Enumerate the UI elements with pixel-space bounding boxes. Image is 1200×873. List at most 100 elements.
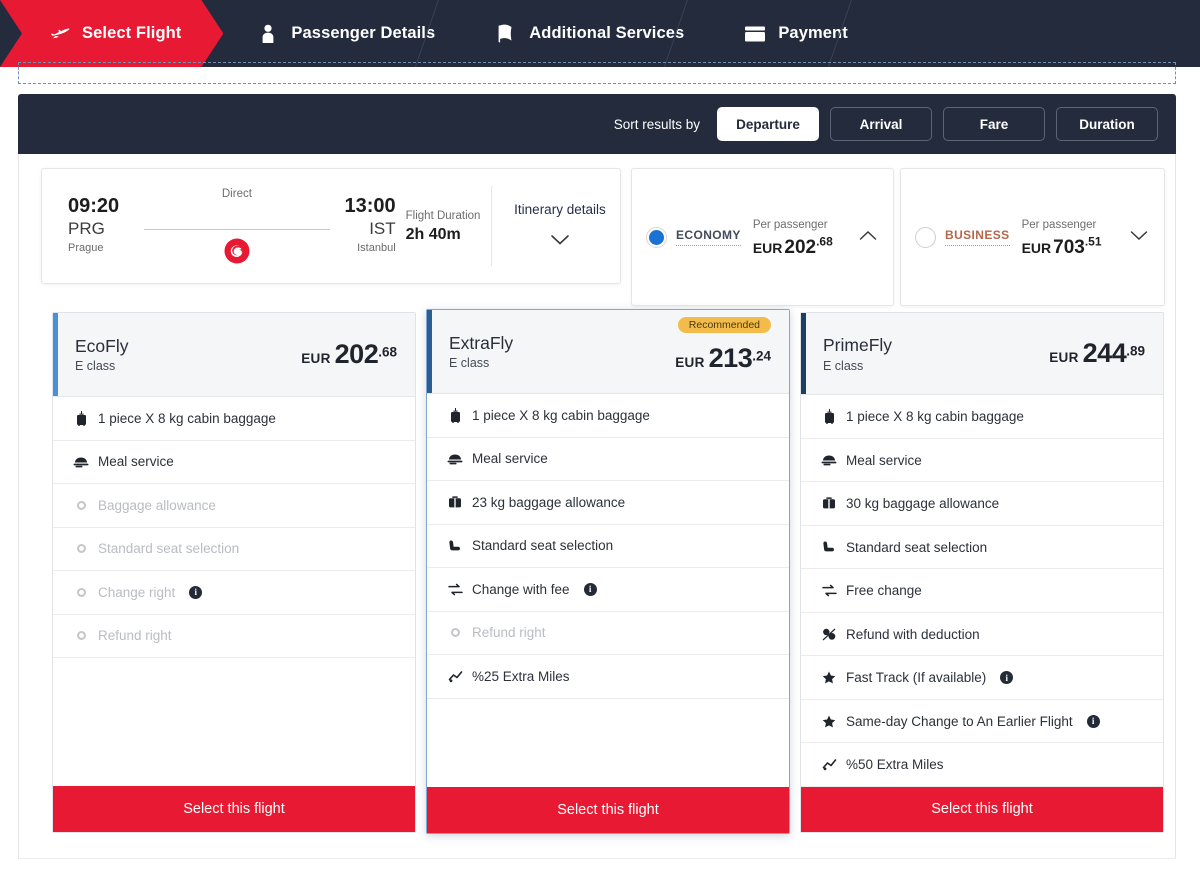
fare-feature-label: Fast Track (If available)	[846, 670, 986, 685]
duration-block: Flight Duration 2h 40m	[396, 208, 485, 243]
select-flight-button-primefly[interactable]: Select this flight	[801, 787, 1163, 832]
info-icon[interactable]: i	[584, 583, 597, 596]
nav-step-label: Select Flight	[82, 24, 181, 43]
sort-button-duration[interactable]: Duration	[1056, 107, 1158, 141]
cabin-name-economy: ECONOMY	[676, 228, 741, 246]
arrival-city: Istanbul	[340, 241, 396, 256]
chevron-down-icon	[506, 233, 614, 251]
departure-city: Prague	[68, 241, 134, 256]
fare-feature-label: Standard seat selection	[846, 540, 987, 555]
itinerary-details-label: Itinerary details	[506, 202, 614, 217]
fare-feature-label: Standard seat selection	[472, 538, 613, 553]
fare-booking-class: E class	[75, 359, 128, 373]
fare-decimals: .89	[1126, 344, 1145, 359]
fare-feature-row: Fast Track (If available) i	[801, 656, 1163, 700]
select-flight-button-ecofly[interactable]: Select this flight	[53, 786, 415, 832]
departure-block: 09:20 PRG Prague	[68, 195, 134, 256]
fare-currency: EUR	[1049, 350, 1078, 365]
meal-icon	[447, 453, 463, 465]
fare-feature-row: Standard seat selection	[53, 528, 415, 572]
star-icon	[821, 671, 837, 684]
fare-feature-label: 23 kg baggage allowance	[472, 495, 625, 510]
cabin-baggage-icon	[821, 409, 837, 424]
flight-summary-card[interactable]: 09:20 PRG Prague Direct 13:00 IST Istanb…	[41, 168, 621, 284]
miles-icon	[447, 670, 463, 683]
fare-header: EcoFly E class EUR202.68	[53, 313, 415, 397]
cabin-radio-business[interactable]	[915, 227, 936, 248]
fare-feature-row: Refund with deduction	[801, 613, 1163, 657]
fare-currency: EUR	[301, 351, 330, 366]
fare-card-ecofly[interactable]: EcoFly E class EUR202.68 1 piece X 8 kg …	[52, 312, 416, 833]
disabled-icon	[73, 631, 89, 640]
nav-step-payment[interactable]: Payment	[710, 0, 873, 67]
info-icon[interactable]: i	[189, 586, 202, 599]
route-graphic: Direct	[142, 186, 332, 266]
cabin-currency: EUR	[753, 240, 783, 256]
meal-icon	[73, 456, 89, 468]
nav-step-select-flight[interactable]: Select Flight	[0, 0, 223, 67]
flight-summary-row: 09:20 PRG Prague Direct 13:00 IST Istanb…	[41, 168, 1165, 306]
recommended-badge: Recommended	[678, 317, 771, 333]
fare-feature-label: 1 piece X 8 kg cabin baggage	[472, 408, 650, 423]
fare-currency: EUR	[675, 355, 704, 370]
fare-feature-row: Same-day Change to An Earlier Flight i	[801, 700, 1163, 744]
select-flight-button-extrafly[interactable]: Select this flight	[427, 787, 789, 833]
fare-feature-row: Change with fee i	[427, 568, 789, 612]
sort-button-fare[interactable]: Fare	[943, 107, 1045, 141]
itinerary-details-toggle[interactable]: Itinerary details	[506, 202, 614, 251]
fare-feature-row: Free change	[801, 569, 1163, 613]
arrival-time: 13:00	[340, 195, 396, 218]
disabled-icon	[73, 588, 89, 597]
fare-card-primefly[interactable]: PrimeFly E class EUR244.89 1 piece X 8 k…	[800, 312, 1164, 833]
cabin-price-business: Per passenger EUR703.51	[1022, 215, 1124, 259]
nav-step-separator	[432, 0, 462, 67]
card-icon	[744, 23, 766, 45]
fare-feature-row: 1 piece X 8 kg cabin baggage	[53, 397, 415, 441]
info-icon[interactable]: i	[1000, 671, 1013, 684]
results-panel: 09:20 PRG Prague Direct 13:00 IST Istanb…	[18, 154, 1176, 859]
fare-feature-row: 1 piece X 8 kg cabin baggage	[801, 395, 1163, 439]
chevron-up-icon[interactable]	[853, 228, 883, 246]
fare-price: EUR213.24	[675, 343, 771, 374]
info-icon[interactable]: i	[1087, 715, 1100, 728]
sort-label: Sort results by	[614, 117, 700, 132]
plane-icon	[48, 23, 70, 45]
fare-price: EUR 244.89	[1049, 338, 1145, 369]
sort-button-arrival[interactable]: Arrival	[830, 107, 932, 141]
star-icon	[821, 715, 837, 728]
fare-feature-label: Standard seat selection	[98, 541, 239, 556]
fare-feature-label: 1 piece X 8 kg cabin baggage	[846, 409, 1024, 424]
cabin-option-business[interactable]: BUSINESS Per passenger EUR703.51	[900, 168, 1165, 306]
fare-name: EcoFly	[75, 336, 128, 358]
checked-baggage-icon	[447, 496, 463, 509]
fare-feature-row: Meal service	[53, 441, 415, 485]
sort-button-departure[interactable]: Departure	[717, 107, 819, 141]
progress-nav: Select Flight Passenger Details Addition…	[0, 0, 1200, 67]
fare-card-extrafly[interactable]: Recommended ExtraFly E class EUR213.24 1…	[426, 309, 790, 834]
nav-step-additional-services[interactable]: Additional Services	[461, 0, 710, 67]
fare-amount: 244	[1083, 338, 1127, 368]
cabin-decimals: .68	[816, 235, 833, 249]
nav-step-label: Additional Services	[529, 24, 684, 43]
fare-name: ExtraFly	[449, 333, 513, 355]
departure-time: 09:20	[68, 195, 134, 218]
fare-feature-label: Change with fee	[472, 582, 570, 597]
nav-step-label: Passenger Details	[291, 24, 435, 43]
cabin-option-economy[interactable]: ECONOMY Per passenger EUR202.68	[631, 168, 894, 306]
fare-feature-row: Standard seat selection	[427, 525, 789, 569]
nav-step-passenger-details[interactable]: Passenger Details	[223, 0, 461, 67]
vertical-divider	[491, 186, 492, 266]
arrival-code: IST	[340, 218, 396, 241]
fare-feature-row: %50 Extra Miles	[801, 743, 1163, 787]
services-icon	[495, 23, 517, 45]
chevron-down-icon[interactable]	[1124, 228, 1154, 246]
fare-decimals: .68	[378, 345, 397, 360]
fare-feature-label: Baggage allowance	[98, 498, 216, 513]
fare-booking-class: E class	[823, 359, 892, 373]
change-icon	[447, 583, 463, 596]
duration-value: 2h 40m	[406, 226, 485, 244]
selection-outline	[18, 62, 1176, 84]
arrival-block: 13:00 IST Istanbul	[340, 195, 396, 256]
fare-feature-label: Refund with deduction	[846, 627, 980, 642]
cabin-radio-economy[interactable]	[646, 227, 667, 248]
